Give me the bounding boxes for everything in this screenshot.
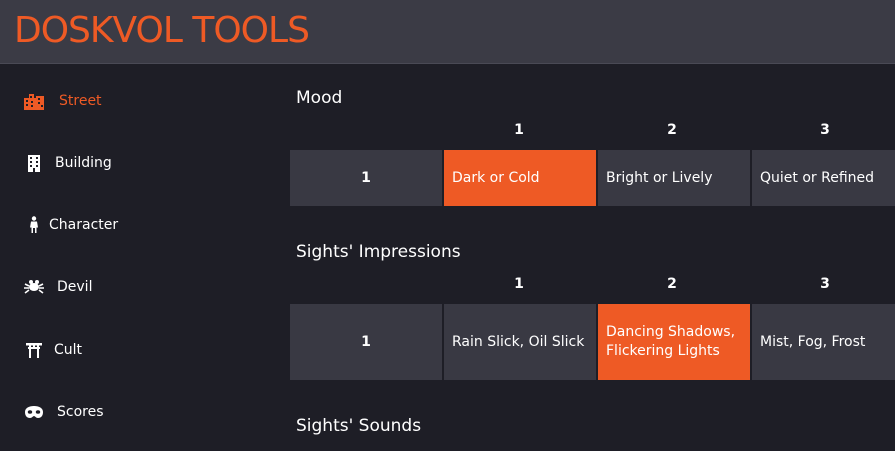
- sidebar-item-character[interactable]: Character: [22, 210, 118, 240]
- table-cell[interactable]: Bright or Lively: [598, 150, 750, 206]
- section-title-mood: Mood: [296, 88, 343, 108]
- table-cell[interactable]: Dancing Shadows, Flickering Lights: [598, 304, 750, 380]
- sidebar-item-label: Character: [49, 217, 119, 233]
- app-header: DOSKVOL TOOLS: [0, 0, 895, 64]
- roll-cell[interactable]: 1: [290, 150, 442, 206]
- table-cell[interactable]: Dark or Cold: [444, 150, 596, 206]
- person-icon: [22, 213, 46, 237]
- section-title-sights-impressions: Sights' Impressions: [296, 242, 461, 262]
- column-header: 1: [514, 122, 524, 138]
- torii-gate-icon: [22, 338, 46, 362]
- table-cell[interactable]: Mist, Fog, Frost: [752, 304, 895, 380]
- table-cell[interactable]: Quiet or Refined: [752, 150, 895, 206]
- sidebar-item-devil[interactable]: Devil: [22, 272, 92, 302]
- table-cell[interactable]: Rain Slick, Oil Slick: [444, 304, 596, 380]
- roll-cell[interactable]: 1: [290, 304, 442, 380]
- sidebar-item-label: Devil: [57, 279, 93, 295]
- app-title: DOSKVOL TOOLS: [14, 10, 310, 51]
- column-header: 3: [820, 276, 830, 292]
- spider-devil-icon: [22, 275, 46, 299]
- mask-icon: [22, 400, 46, 424]
- column-header: 3: [820, 122, 830, 138]
- sidebar-item-label: Street: [59, 93, 102, 109]
- building-icon: [22, 151, 46, 175]
- column-header: 1: [514, 276, 524, 292]
- sidebar-item-building[interactable]: Building: [22, 148, 112, 178]
- sidebar-nav: Street Building Character Devil Cult Sco…: [0, 64, 270, 451]
- city-icon: [22, 89, 46, 113]
- sidebar-item-scores[interactable]: Scores: [22, 397, 104, 427]
- sidebar-item-street[interactable]: Street: [22, 86, 102, 116]
- sidebar-item-cult[interactable]: Cult: [22, 335, 82, 365]
- column-header: 2: [667, 276, 677, 292]
- sidebar-item-label: Cult: [54, 342, 83, 358]
- table-row: 1 Dark or Cold Bright or Lively Quiet or…: [290, 150, 895, 206]
- sidebar-item-label: Building: [55, 155, 112, 171]
- column-header: 2: [667, 122, 677, 138]
- sidebar-item-label: Scores: [57, 404, 104, 420]
- section-title-sights-sounds: Sights' Sounds: [296, 416, 422, 436]
- table-row: 1 Rain Slick, Oil Slick Dancing Shadows,…: [290, 304, 895, 380]
